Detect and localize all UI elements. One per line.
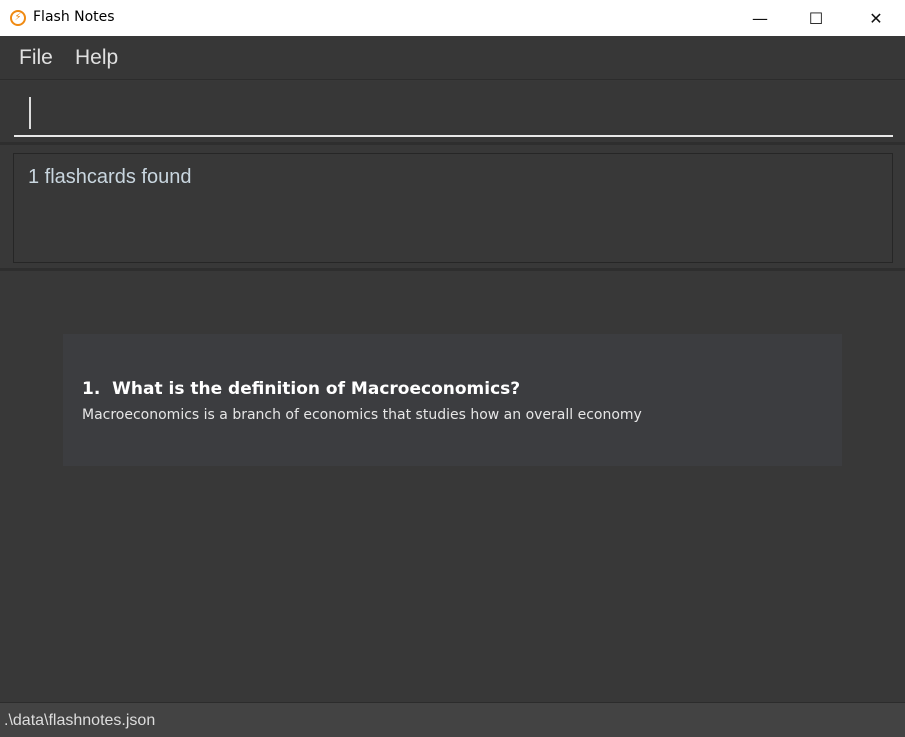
status-bar: .\data\flashnotes.json bbox=[0, 702, 905, 737]
divider bbox=[0, 268, 905, 271]
flash-logo-icon: ⚡ bbox=[10, 10, 26, 26]
minimize-button[interactable]: — bbox=[737, 0, 783, 36]
flashcard-answer: Macroeconomics is a branch of economics … bbox=[82, 407, 642, 423]
maximize-button[interactable]: ☐ bbox=[793, 0, 839, 36]
result-display: 1 flashcards found bbox=[13, 153, 893, 263]
flashcard-item[interactable]: 1. What is the definition of Macroeconom… bbox=[63, 334, 842, 466]
command-input[interactable] bbox=[14, 93, 893, 137]
menu-help[interactable]: Help bbox=[75, 46, 118, 70]
result-text: 1 flashcards found bbox=[28, 166, 192, 188]
menu-bar: File Help bbox=[0, 36, 905, 80]
save-location: .\data\flashnotes.json bbox=[4, 712, 156, 729]
command-box bbox=[0, 81, 905, 145]
window-title: Flash Notes bbox=[33, 9, 115, 25]
close-button[interactable]: ✕ bbox=[853, 0, 899, 36]
flashcard-question: 1. What is the definition of Macroeconom… bbox=[82, 379, 521, 399]
text-caret bbox=[29, 97, 31, 129]
title-bar: ⚡ Flash Notes — ☐ ✕ bbox=[0, 0, 905, 36]
menu-file[interactable]: File bbox=[19, 46, 53, 70]
